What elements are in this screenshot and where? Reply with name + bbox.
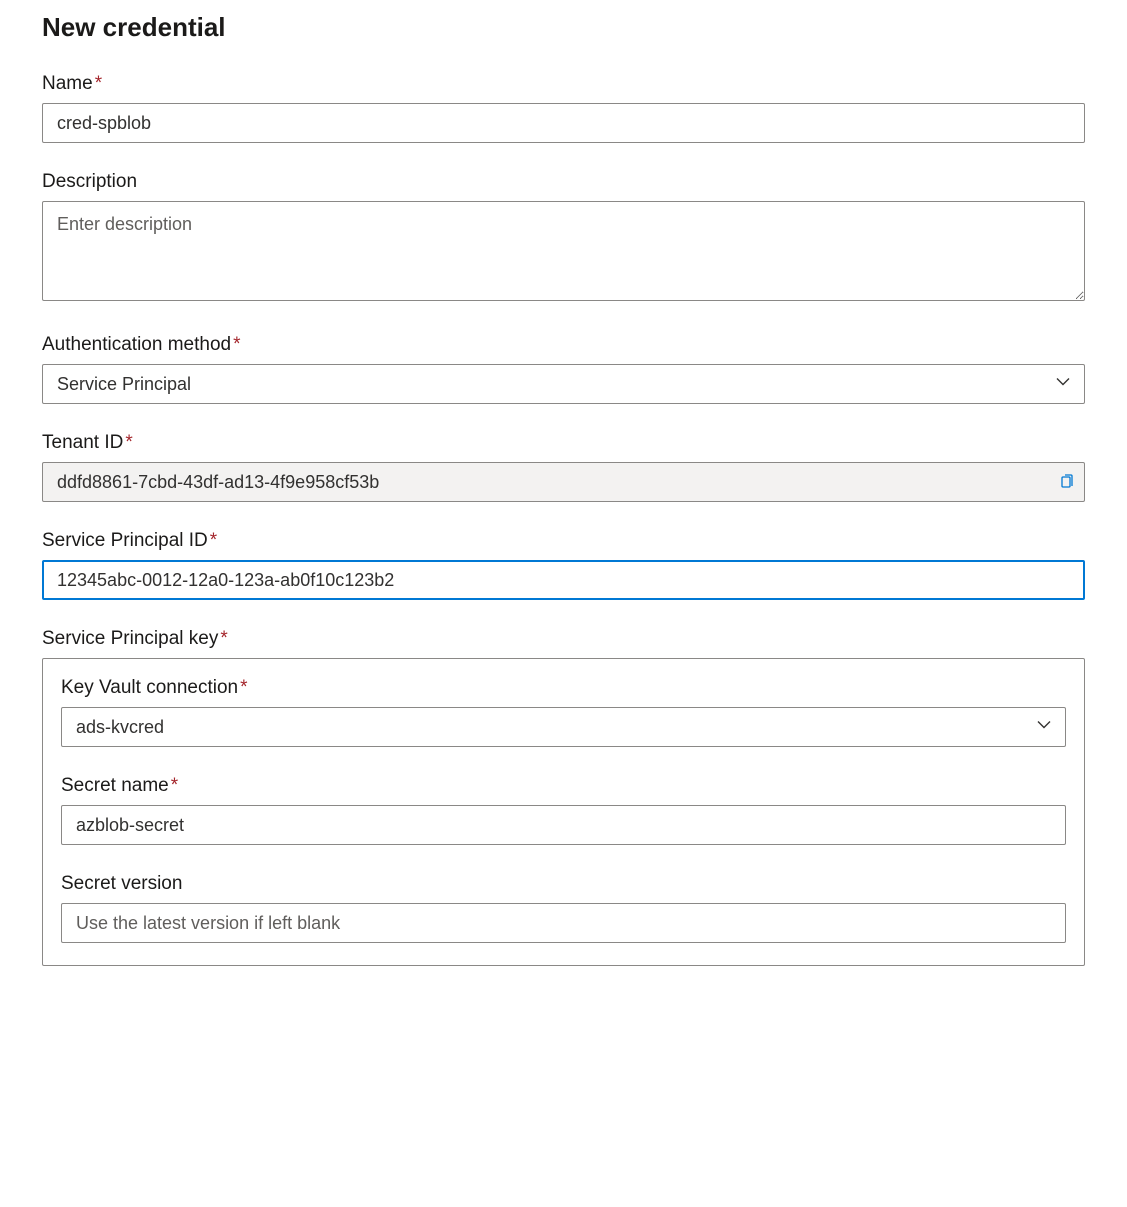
required-star: * [125,432,132,453]
sp-key-group: Service Principal key* Key Vault connect… [42,628,1085,966]
kv-connection-select[interactable]: ads-kvcred [61,707,1066,747]
sp-key-label: Service Principal key* [42,628,1085,650]
kv-connection-selected: ads-kvcred [61,707,1066,747]
secret-version-group: Secret version [61,873,1066,943]
tenant-id-value: ddfd8861-7cbd-43df-ad13-4f9e958cf53b [42,462,1085,502]
sp-id-group: Service Principal ID* [42,530,1085,600]
required-star: * [233,334,240,355]
page-title: New credential [42,12,1085,43]
auth-method-group: Authentication method* Service Principal [42,334,1085,404]
name-label-text: Name [42,73,93,94]
auth-method-selected: Service Principal [42,364,1085,404]
sp-key-panel: Key Vault connection* ads-kvcred Secret … [42,658,1085,966]
auth-method-label: Authentication method* [42,334,1085,356]
name-input[interactable] [42,103,1085,143]
kv-connection-selected-text: ads-kvcred [76,717,164,738]
description-group: Description [42,171,1085,306]
auth-method-selected-text: Service Principal [57,374,191,395]
required-star: * [95,73,102,94]
auth-method-select[interactable]: Service Principal [42,364,1085,404]
kv-connection-label: Key Vault connection* [61,677,1066,699]
description-label: Description [42,171,1085,193]
tenant-id-label-text: Tenant ID [42,432,123,453]
required-star: * [220,628,227,649]
copy-icon[interactable] [1059,474,1075,490]
name-group: Name* [42,73,1085,143]
secret-version-input[interactable] [61,903,1066,943]
description-input[interactable] [42,201,1085,301]
sp-id-label: Service Principal ID* [42,530,1085,552]
secret-version-label-text: Secret version [61,873,182,894]
required-star: * [210,530,217,551]
auth-method-label-text: Authentication method [42,334,231,355]
secret-version-label: Secret version [61,873,1066,895]
secret-name-label-text: Secret name [61,775,169,796]
tenant-id-group: Tenant ID* ddfd8861-7cbd-43df-ad13-4f9e9… [42,432,1085,502]
secret-name-input[interactable] [61,805,1066,845]
name-label: Name* [42,73,1085,95]
required-star: * [171,775,178,796]
secret-name-label: Secret name* [61,775,1066,797]
required-star: * [240,677,247,698]
tenant-id-text: ddfd8861-7cbd-43df-ad13-4f9e958cf53b [57,472,379,493]
sp-id-input[interactable] [42,560,1085,600]
secret-name-group: Secret name* [61,775,1066,845]
tenant-id-label: Tenant ID* [42,432,1085,454]
sp-id-label-text: Service Principal ID [42,530,208,551]
kv-connection-group: Key Vault connection* ads-kvcred [61,677,1066,747]
tenant-id-wrap: ddfd8861-7cbd-43df-ad13-4f9e958cf53b [42,462,1085,502]
description-label-text: Description [42,171,137,192]
sp-key-label-text: Service Principal key [42,628,218,649]
kv-connection-label-text: Key Vault connection [61,677,238,698]
